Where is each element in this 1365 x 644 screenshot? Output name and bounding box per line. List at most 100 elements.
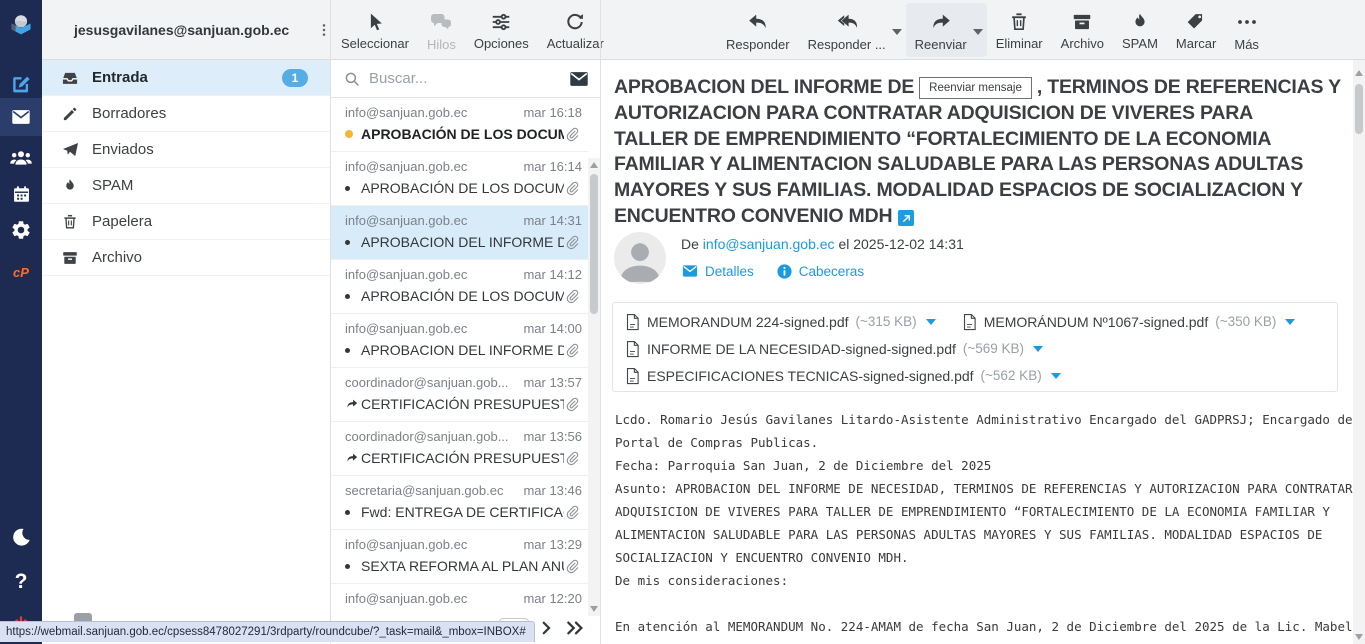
folder-entrada[interactable]: Entrada 1 [42,60,330,96]
message-date: mar 14:12 [523,267,582,282]
options-button[interactable]: Opciones [465,3,538,57]
forward-button[interactable]: Reenviar [906,3,987,57]
folder-enviados[interactable]: Enviados [42,132,330,168]
attachment-item[interactable]: INFORME DE LA NECESIDAD-signed-signed.pd… [625,340,1043,358]
calendar-nav-button[interactable] [0,177,42,211]
forward-caret-icon[interactable] [973,29,983,35]
scroll-down-icon[interactable] [590,606,598,612]
date-label: el [838,236,849,252]
reply-button[interactable]: Responder [717,3,799,57]
open-in-new-window-icon[interactable] [898,210,914,226]
next-page-button[interactable] [537,617,555,639]
message-row[interactable]: info@sanjuan.gob.ecmar 14:00 APROBACION … [331,314,588,368]
folder-archivo[interactable]: Archivo [42,240,330,276]
message-date: mar 16:14 [523,159,582,174]
folder-papelera[interactable]: Papelera [42,204,330,240]
message-row[interactable]: info@sanjuan.gob.ecmar 16:18 APROBACIÓN … [331,98,588,152]
scroll-up-icon[interactable] [1355,70,1363,76]
message-date: mar 13:46 [523,483,582,498]
attachment-menu-caret-icon[interactable] [1033,346,1043,352]
message-row[interactable]: coordinador@sanjuan.gob...mar 13:57 CERT… [331,368,588,422]
account-menu-button[interactable] [314,20,334,40]
spam-button[interactable]: SPAM [1113,3,1167,57]
archive-button[interactable]: Archivo [1052,3,1113,57]
help-button[interactable]: ? [0,565,42,599]
sender-email-link[interactable]: info@sanjuan.gob.ec [703,236,835,252]
message-date: mar 13:29 [523,537,582,552]
settings-nav-button[interactable] [0,213,42,247]
threads-button[interactable]: Hilos [418,3,465,57]
app-rail: cP ? [0,0,42,644]
message-sender: info@sanjuan.gob.ec [345,213,467,228]
sender-block: De info@sanjuan.gob.ec el 2025-12-02 14:… [614,232,964,284]
paperclip-icon [564,450,582,466]
attachment-item[interactable]: ESPECIFICACIONES TECNICAS-signed-signed.… [625,367,1061,385]
attachment-menu-caret-icon[interactable] [1285,319,1295,325]
status-url: https://webmail.sanjuan.gob.ec/cpsess847… [6,626,526,638]
cpanel-button[interactable]: cP [0,255,42,289]
attachment-menu-caret-icon[interactable] [1051,373,1061,379]
pdf-file-icon [625,367,640,385]
reply-all-button[interactable]: Responder ... [799,3,906,57]
message-row[interactable]: secretaria@sanjuan.gob.ecmar 13:46 Fwd: … [331,476,588,530]
read-dot-icon [345,240,361,245]
message-row-selected[interactable]: info@sanjuan.gob.ecmar 14:31 APROBACION … [331,206,588,260]
webmail-app: cP ? jesusgavilanes@sanjuan.gob.ec Selec… [0,0,1365,644]
reading-pane-scrollbar[interactable] [1353,60,1365,644]
more-dots-icon [1235,10,1259,34]
refresh-button[interactable]: Actualizar [538,3,613,57]
message-row[interactable]: coordinador@sanjuan.gob...mar 13:56 CERT… [331,422,588,476]
message-subject: APROBACIÓN DE LOS DOCUMEN... [361,288,564,304]
list-scrollbar[interactable] [588,158,600,616]
message-toolbar: Responder Responder ... Reenviar Elimina… [717,0,1268,60]
reply-all-caret-icon[interactable] [892,29,902,35]
paperclip-icon [564,288,582,304]
scrollbar-thumb[interactable] [590,174,598,314]
message-sender: coordinador@sanjuan.gob... [345,429,509,444]
top-toolbar: jesusgavilanes@sanjuan.gob.ec Selecciona… [42,0,1365,60]
trash-icon [1008,11,1030,33]
headers-link[interactable]: Cabeceras [776,263,864,280]
read-dot-icon [345,186,361,191]
scroll-down-icon[interactable] [1355,634,1363,640]
more-button[interactable]: Más [1225,3,1268,57]
attachment-item[interactable]: MEMORANDUM 224-signed.pdf (~315 KB) [625,313,936,331]
scrollbar-thumb[interactable] [1355,84,1363,134]
message-subject: APROBACIÓN DE LOS DOCUMEN... [361,126,564,142]
folder-borradores[interactable]: Borradores [42,96,330,132]
compose-button[interactable] [0,67,42,101]
attachment-menu-caret-icon[interactable] [926,319,936,325]
search-bar [331,60,600,98]
mark-button[interactable]: Marcar [1167,3,1225,57]
scroll-up-icon[interactable] [590,162,598,168]
search-icon [343,70,361,88]
reading-pane: APROBACION DEL INFORME DEReenviar mensaj… [601,60,1365,644]
pdf-file-icon [625,340,640,358]
search-input[interactable] [369,70,568,87]
contacts-nav-button[interactable] [0,141,42,175]
message-row[interactable]: info@sanjuan.gob.ecmar 16:14 APROBACIÓN … [331,152,588,206]
message-row[interactable]: info@sanjuan.gob.ec mar 14:12 APROBACIÓN … [331,260,588,314]
message-body: Lcdo. Romario Jesús Gavilanes Litardo-As… [615,408,1345,644]
tooltip-reenviar-mensaje: Reenviar mensaje [919,77,1032,99]
message-sender: coordinador@sanjuan.gob... [345,375,509,390]
paperclip-icon [564,504,582,520]
folder-spam[interactable]: SPAM [42,168,330,204]
message-subject: SEXTA REFORMA AL PLAN ANUA... [361,558,564,574]
message-subject: CERTIFICACIÓN PRESUPUESTARI... [361,450,564,466]
search-scope-envelope-icon[interactable] [568,68,590,90]
message-sender: info@sanjuan.gob.ec [345,591,467,606]
message-row[interactable]: info@sanjuan.gob.ecmar 13:29 SEXTA REFOR… [331,530,588,584]
pdf-file-icon [962,313,977,331]
mail-nav-button[interactable] [0,98,42,136]
message-sender: info@sanjuan.gob.ec [345,267,467,282]
last-page-button[interactable] [563,617,589,639]
paperclip-icon [564,180,582,196]
attachment-item[interactable]: MEMORÁNDUM Nº1067-signed.pdf (~350 KB) [962,313,1296,331]
delete-button[interactable]: Eliminar [987,3,1052,57]
details-link[interactable]: Detalles [681,262,754,280]
dark-mode-toggle[interactable] [0,520,42,554]
folder-list: Entrada 1 Borradores Enviados SPAM Papel… [42,60,330,644]
panel-divider [330,0,331,644]
select-button[interactable]: Seleccionar [332,3,418,57]
